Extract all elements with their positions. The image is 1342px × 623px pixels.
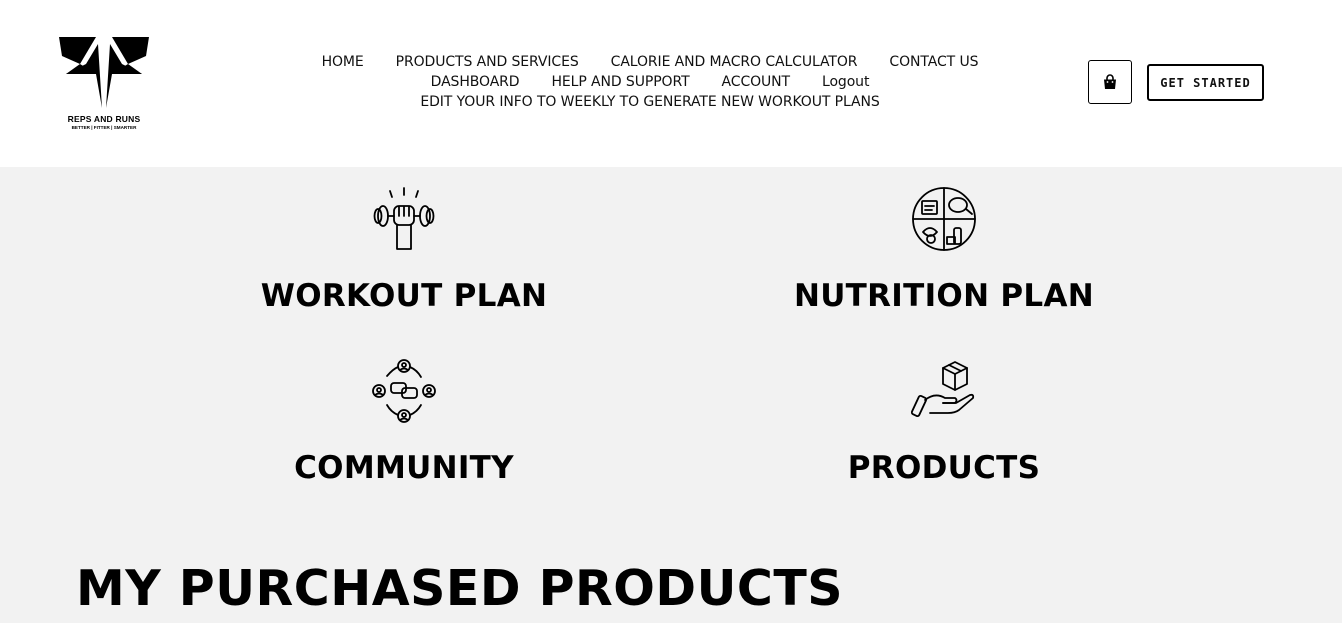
- community-title[interactable]: COMMUNITY: [204, 450, 604, 486]
- nav-link-products-and-services[interactable]: PRODUCTS AND SERVICES: [396, 52, 579, 72]
- purchased-products-heading: MY PURCHASED PRODUCTS: [76, 560, 844, 617]
- nav-link-logout[interactable]: Logout: [822, 72, 869, 92]
- nav-row-secondary: DASHBOARD HELP AND SUPPORT ACCOUNT Logou…: [250, 72, 1050, 92]
- nav-link-dashboard[interactable]: DASHBOARD: [431, 72, 520, 92]
- nav-link-calorie-calculator[interactable]: CALORIE AND MACRO CALCULATOR: [611, 52, 858, 72]
- nav-link-home[interactable]: HOME: [322, 52, 364, 72]
- logo-tagline: BETTER | FITTER | SMARTER: [71, 125, 137, 130]
- nav-link-contact-us[interactable]: CONTACT US: [889, 52, 978, 72]
- food-plate-icon[interactable]: [909, 184, 979, 254]
- logo-mark-icon: [59, 37, 149, 108]
- nav-row-primary: HOME PRODUCTS AND SERVICES CALORIE AND M…: [250, 52, 1050, 72]
- main-nav: HOME PRODUCTS AND SERVICES CALORIE AND M…: [250, 52, 1050, 112]
- community-chat-icon[interactable]: [369, 356, 439, 426]
- products-title[interactable]: PRODUCTS: [744, 450, 1144, 486]
- shopping-bag-icon: [1104, 74, 1116, 89]
- nav-link-help-and-support[interactable]: HELP AND SUPPORT: [551, 72, 689, 92]
- nav-link-account[interactable]: ACCOUNT: [722, 72, 791, 92]
- nutrition-plan-title[interactable]: NUTRITION PLAN: [744, 278, 1144, 314]
- site-header: REPS AND RUNS BETTER | FITTER | SMARTER …: [0, 0, 1342, 167]
- nav-link-edit-info[interactable]: EDIT YOUR INFO TO WEEKLY TO GENERATE NEW…: [420, 92, 879, 112]
- get-started-button[interactable]: GET STARTED: [1147, 64, 1264, 101]
- dumbbell-fist-icon[interactable]: [370, 186, 440, 256]
- logo-name: REPS AND RUNS: [67, 114, 141, 124]
- hand-box-icon[interactable]: [910, 356, 980, 426]
- workout-plan-title[interactable]: WORKOUT PLAN: [204, 278, 604, 314]
- site-logo[interactable]: REPS AND RUNS BETTER | FITTER | SMARTER: [56, 34, 152, 134]
- cart-button[interactable]: [1088, 60, 1132, 104]
- nav-row-tertiary: EDIT YOUR INFO TO WEEKLY TO GENERATE NEW…: [250, 92, 1050, 112]
